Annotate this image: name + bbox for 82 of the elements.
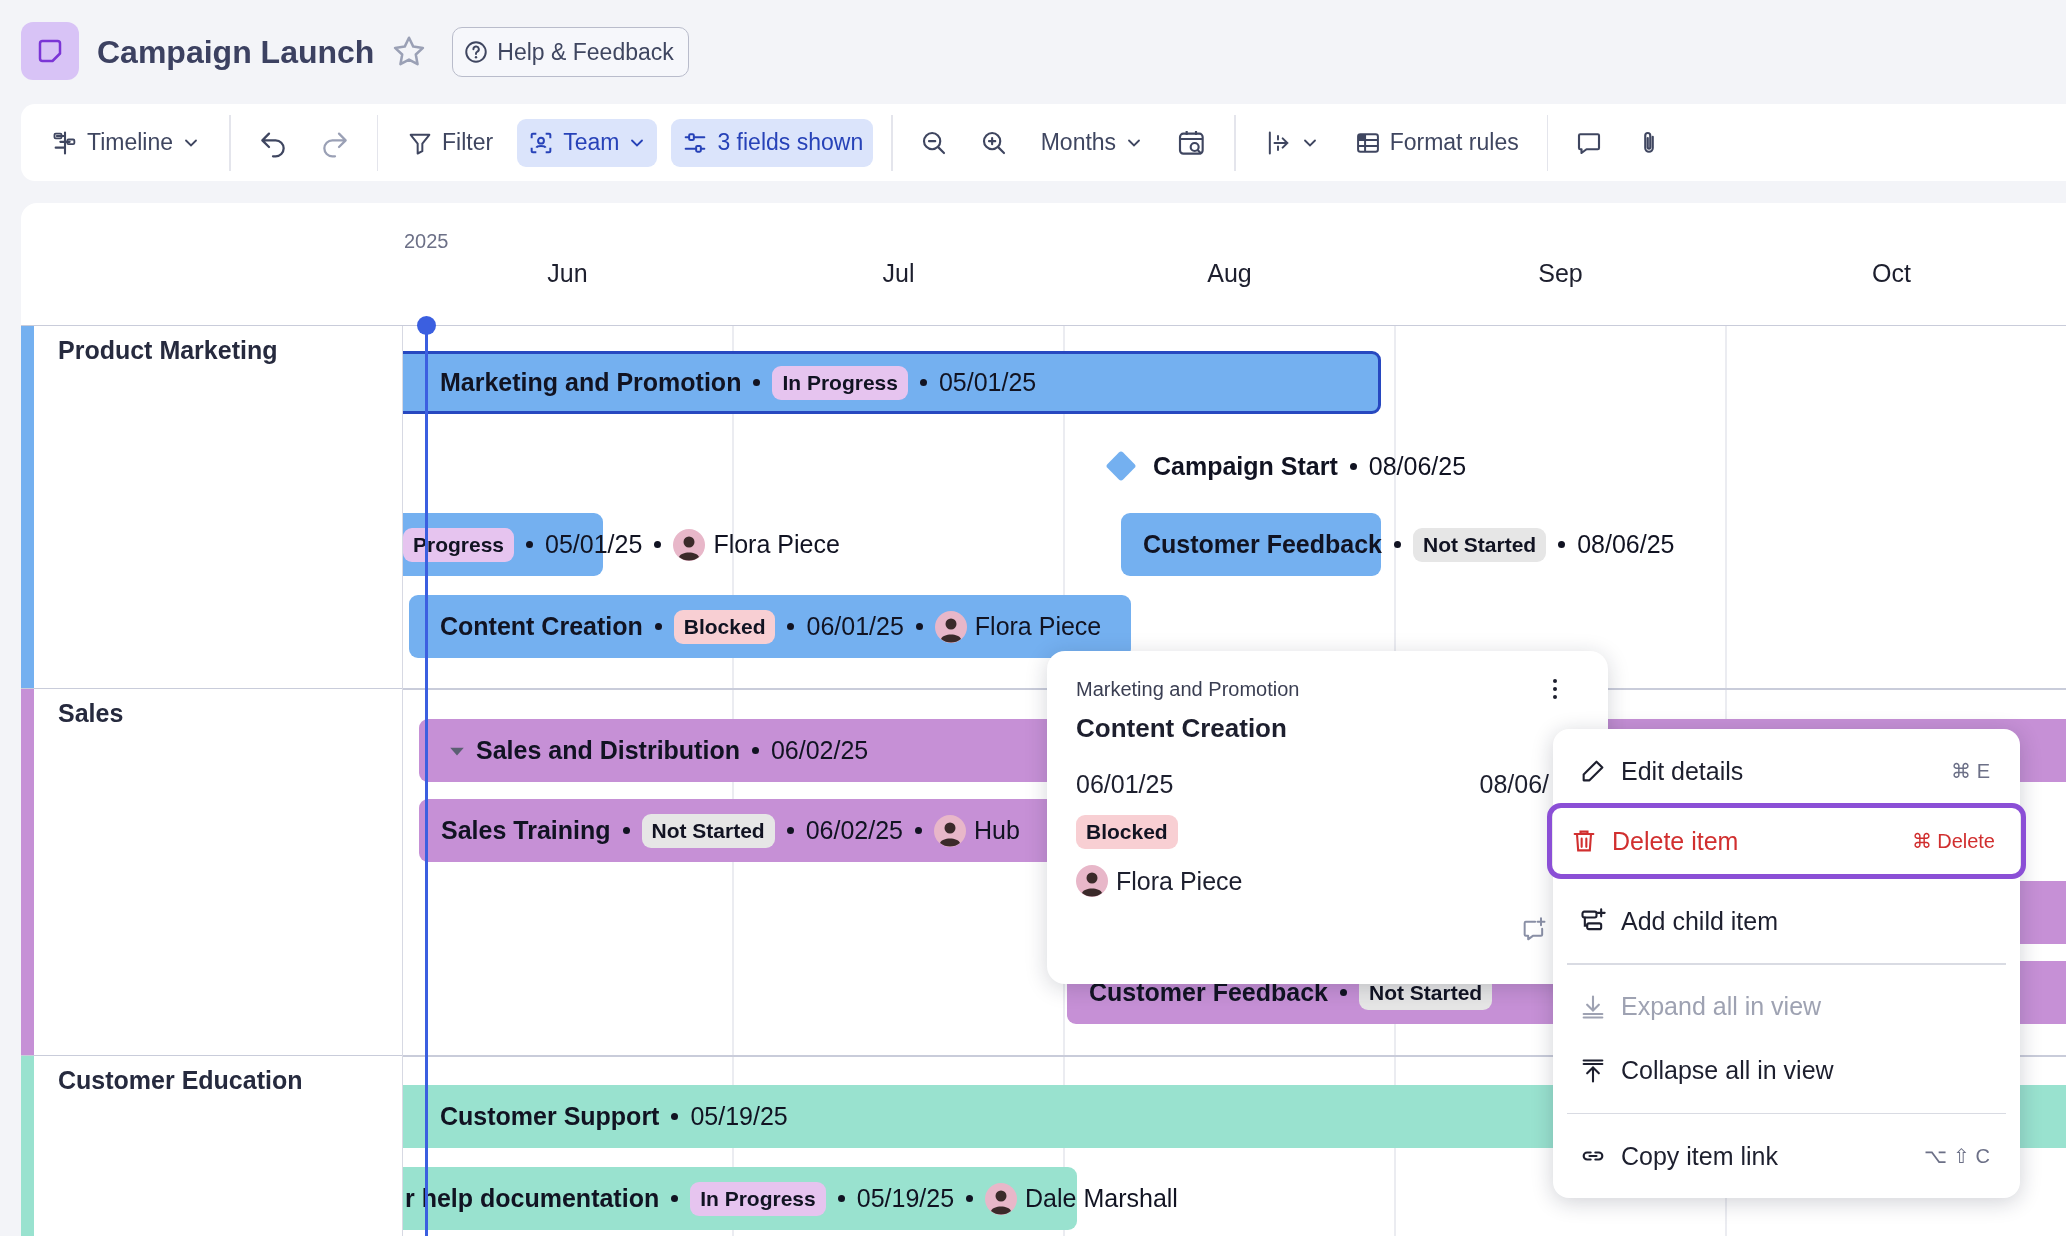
separator-dot xyxy=(1339,989,1347,996)
item-date: 06/02/25 xyxy=(770,736,869,765)
avatar-icon xyxy=(1076,865,1108,897)
menu-item[interactable]: Copy item link ⌥ ⇧ C xyxy=(1567,1124,2006,1188)
item-date: 05/01/25 xyxy=(938,368,1037,397)
fields-shown-button[interactable]: 3 fields shown xyxy=(671,118,874,167)
status-tag: Not Started xyxy=(1412,527,1547,562)
month-label: Jul xyxy=(882,259,915,289)
assignee-name: Flora Piece xyxy=(1116,866,1243,896)
filter-button[interactable]: Filter xyxy=(396,118,504,167)
assignee-name: Flora Piece xyxy=(974,612,1102,641)
separator-dot xyxy=(1349,462,1357,470)
timeline-bar[interactable] xyxy=(409,595,1131,658)
separator-dot xyxy=(915,827,923,834)
menu-item[interactable]: Collapse all in view xyxy=(1567,1038,2006,1103)
separator-dot xyxy=(526,541,534,548)
assignee-name: Dale Marshall xyxy=(1025,1184,1178,1213)
popover-title: Content Creation xyxy=(1076,713,1288,744)
item-date: 05/19/25 xyxy=(856,1184,955,1213)
group-name: Customer Education xyxy=(58,1066,303,1095)
separator-dot xyxy=(919,379,927,386)
separator-dot xyxy=(787,623,795,630)
separator-dot xyxy=(966,1195,974,1202)
separator-dot xyxy=(622,827,630,834)
menu-item[interactable]: Delete item ⌘ Delete xyxy=(1547,803,2026,879)
status-tag: Blocked xyxy=(673,609,776,644)
item-date: 06/02/25 xyxy=(805,816,904,845)
app-icon[interactable] xyxy=(21,22,79,80)
item-title: Marketing and Promotion xyxy=(440,368,742,397)
menu-item[interactable]: Edit details ⌘ E xyxy=(1567,739,2006,803)
month-label: Aug xyxy=(1207,259,1252,289)
assignee-name: Flora Piece xyxy=(713,530,840,559)
separator-dot xyxy=(654,623,662,630)
avatar-icon xyxy=(934,610,967,643)
item-title: Sales and Distribution xyxy=(476,736,740,765)
format-rules-button[interactable]: Format rules xyxy=(1343,118,1529,167)
item-date: 05/19/25 xyxy=(690,1102,788,1131)
menu-item[interactable]: Add child item xyxy=(1567,889,2006,953)
year-label: 2025 xyxy=(404,230,449,253)
separator-dot xyxy=(1393,541,1401,548)
item-date: 06/01/25 xyxy=(806,612,904,641)
more-options-icon[interactable] xyxy=(1551,677,1559,701)
milestone-date: 08/06/25 xyxy=(1368,451,1467,481)
item-title: Customer Feedback xyxy=(1089,978,1328,1007)
item-title: Content Creation xyxy=(440,612,643,641)
item-title: Sales Training xyxy=(441,816,611,845)
separator-dot xyxy=(753,379,761,386)
separator-dot xyxy=(786,827,794,834)
item-title: Customer Support xyxy=(440,1102,660,1131)
view-dropdown[interactable]: Timeline xyxy=(41,118,212,167)
separator-dot xyxy=(671,1195,679,1202)
status-tag: In Progress xyxy=(772,365,908,400)
separator-dot xyxy=(654,541,662,548)
separator-dot xyxy=(751,747,759,754)
status-tag: Blocked xyxy=(1076,815,1178,849)
page-title: Campaign Launch xyxy=(97,33,375,71)
milestone-title: Campaign Start xyxy=(1153,451,1338,481)
help-icon xyxy=(463,39,490,65)
group-name: Product Marketing xyxy=(58,336,278,365)
separator-dot xyxy=(915,623,923,630)
assignee-name: Hub xyxy=(974,816,1020,845)
status-tag: In Progress xyxy=(690,1181,826,1216)
avatar-icon xyxy=(673,528,706,561)
separator-dot xyxy=(837,1195,845,1202)
avatar-icon xyxy=(934,814,967,847)
today-marker xyxy=(417,316,436,335)
scale-dropdown[interactable]: Months xyxy=(1030,118,1155,167)
end-date: 08/06/ xyxy=(1479,770,1549,799)
group-name: Sales xyxy=(58,699,124,728)
team-button[interactable]: Team xyxy=(517,118,658,167)
parent-item-name: Marketing and Promotion xyxy=(1076,677,1300,701)
month-label: Sep xyxy=(1538,259,1583,289)
separator-dot xyxy=(671,1113,679,1120)
start-date: 06/01/25 xyxy=(1076,770,1174,799)
month-label: Oct xyxy=(1872,259,1911,289)
month-label: Jun xyxy=(547,259,588,289)
timeline-bar[interactable] xyxy=(403,351,1381,414)
separator-dot xyxy=(1558,541,1566,548)
avatar-icon xyxy=(985,1182,1018,1215)
status-tag: Not Started xyxy=(641,813,775,848)
help-feedback-button[interactable]: Help & Feedback xyxy=(452,27,689,77)
item-date: 08/06/25 xyxy=(1577,530,1675,559)
